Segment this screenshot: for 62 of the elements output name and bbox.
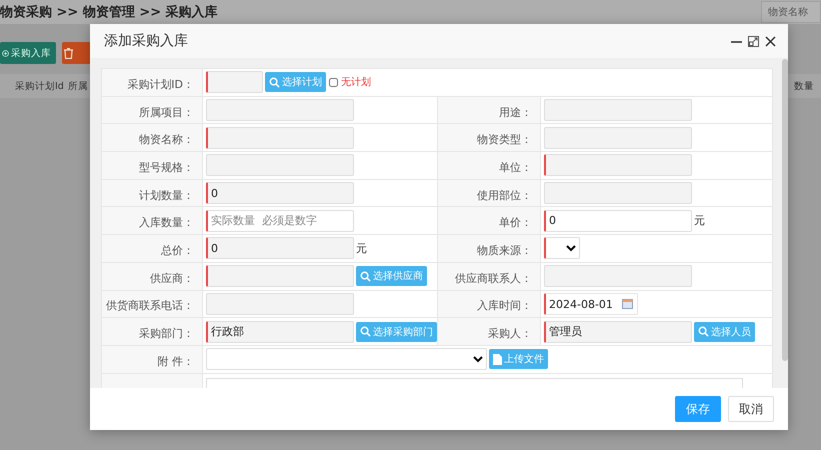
input-field[interactable]: 0 bbox=[206, 182, 354, 204]
field-label: 物质来源： bbox=[477, 244, 532, 257]
trash-icon bbox=[64, 48, 73, 58]
dialog-title: 添加采购入库 bbox=[104, 32, 189, 50]
input-field[interactable]: 行政部 bbox=[206, 320, 354, 343]
field-label: 采购计划ID： bbox=[127, 78, 194, 91]
field-label: 计划数量： bbox=[139, 188, 194, 202]
unit-label: 元 bbox=[694, 213, 705, 228]
dropdown[interactable] bbox=[544, 237, 580, 260]
input-field[interactable] bbox=[206, 71, 263, 94]
input-field[interactable] bbox=[544, 265, 692, 288]
field-label: 物资名称： bbox=[139, 133, 194, 146]
field-label: 入库数量： bbox=[139, 216, 194, 230]
search-icon bbox=[360, 270, 371, 282]
field-label: 入库时间： bbox=[477, 299, 532, 312]
field-label: 物资类型： bbox=[477, 133, 532, 146]
input-field[interactable] bbox=[544, 99, 692, 122]
column-header: 所属 bbox=[68, 80, 88, 92]
field-label: 采购部门： bbox=[139, 327, 194, 340]
field-label: 单位： bbox=[499, 160, 532, 174]
field-label: 用途： bbox=[499, 106, 532, 119]
input-field[interactable] bbox=[206, 126, 354, 149]
field-label: 供应商联系人： bbox=[455, 272, 532, 285]
input-field[interactable] bbox=[544, 182, 692, 204]
column-header: 数量 bbox=[794, 80, 814, 92]
input-field[interactable]: 管理员 bbox=[544, 320, 692, 343]
checkbox-label: 无计划 bbox=[341, 76, 371, 90]
field-label: 供货商联系电话： bbox=[106, 299, 194, 312]
field-label: 总价： bbox=[161, 244, 194, 257]
input-field[interactable] bbox=[206, 265, 354, 288]
field-label: 使用部位： bbox=[477, 188, 532, 202]
file-icon bbox=[493, 354, 502, 365]
search-icon bbox=[698, 326, 709, 338]
date-field[interactable]: 2024-08-01 bbox=[544, 293, 638, 316]
cancel-button[interactable]: 取消 bbox=[728, 396, 774, 422]
close-icon[interactable] bbox=[765, 36, 776, 46]
calendar-icon[interactable] bbox=[622, 298, 633, 309]
input-field[interactable] bbox=[544, 154, 692, 176]
input-field[interactable]: 0 bbox=[206, 237, 354, 260]
field-label: 所属项目： bbox=[139, 106, 194, 119]
column-header: 采购计划Id bbox=[15, 80, 64, 92]
add-button[interactable]: 采购入库 bbox=[0, 42, 56, 64]
input-field[interactable]: 实际数量 必须是数字 bbox=[206, 210, 354, 232]
input-field[interactable] bbox=[206, 292, 354, 315]
input-field[interactable] bbox=[206, 154, 354, 176]
field-label: 采购人： bbox=[488, 327, 532, 340]
search-icon bbox=[269, 76, 280, 88]
search-field[interactable]: 物资名称 bbox=[761, 1, 821, 23]
unit-label: 元 bbox=[356, 240, 367, 256]
scrollbar[interactable] bbox=[782, 59, 788, 361]
field-label: 型号规格： bbox=[139, 160, 194, 174]
breadcrumb: 物资采购 >> 物资管理 >> 采购入库 bbox=[0, 4, 218, 21]
search-icon bbox=[360, 326, 371, 338]
field-label: 附 件： bbox=[158, 354, 194, 368]
input-field[interactable] bbox=[206, 99, 354, 122]
checkbox[interactable] bbox=[329, 78, 338, 87]
field-label: 单价： bbox=[499, 216, 532, 230]
input-field[interactable] bbox=[544, 126, 692, 149]
field-label: 供应商： bbox=[150, 272, 194, 285]
plus-circle-icon bbox=[2, 48, 9, 58]
input-field[interactable]: 0 bbox=[544, 210, 692, 232]
maximize-icon[interactable] bbox=[748, 36, 759, 46]
